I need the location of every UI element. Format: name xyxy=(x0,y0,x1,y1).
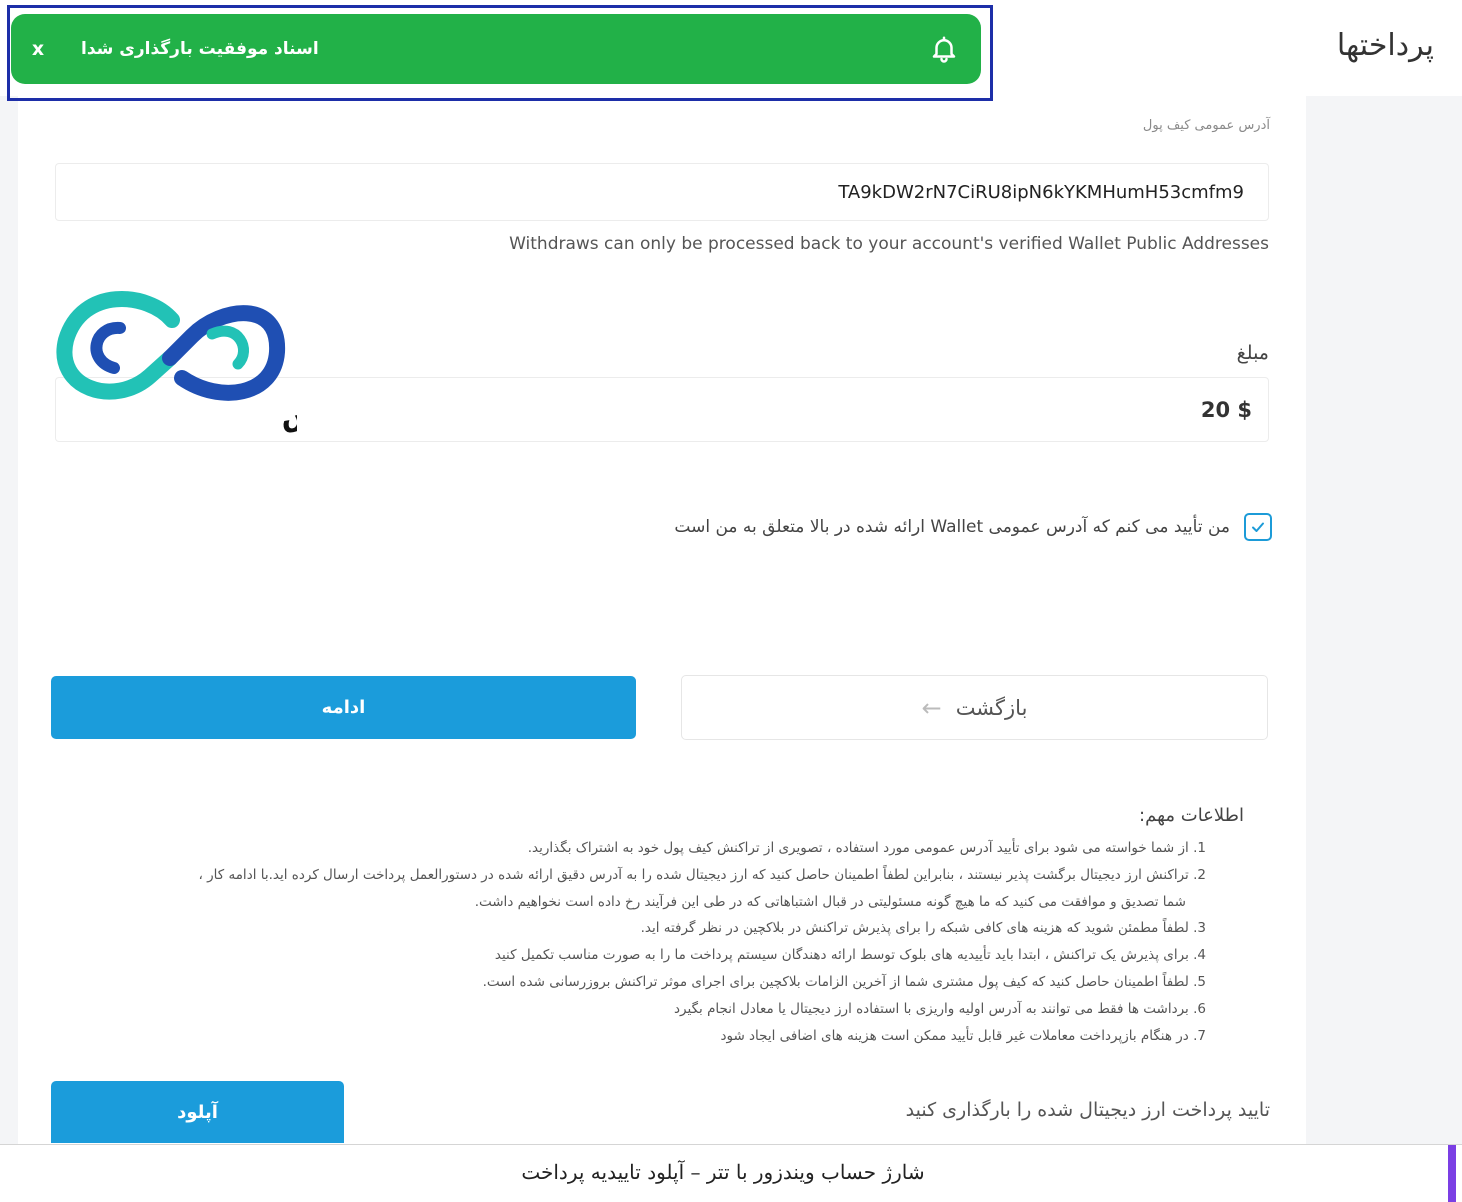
toast-close-button[interactable]: x xyxy=(27,36,49,62)
info-item: 7. در هنگام بازپرداخت معاملات غیر قابل ت… xyxy=(720,1027,1206,1044)
image-caption: شارژ حساب ویندزور با تتر – آپلود تاییدیه… xyxy=(521,1160,925,1184)
important-info-title: اطلاعات مهم: xyxy=(1139,805,1244,826)
info-item: شما تصدیق و موافقت می کنید که ما هیچ گون… xyxy=(474,893,1186,910)
info-item: 5. لطفاً اطمینان حاصل کنید که کیف پول مش… xyxy=(482,973,1206,990)
back-button[interactable]: بازگشت ← xyxy=(681,675,1268,740)
copytrade-business-logo: کپی ترید بیزنس xyxy=(56,291,297,435)
continue-button[interactable]: ادامه xyxy=(51,676,636,739)
info-item: 3. لطفاً مطمئن شوید که هزینه های کافی شب… xyxy=(640,920,1206,937)
wallet-confirm-checkbox[interactable] xyxy=(1244,513,1272,541)
upload-instructions: تایید پرداخت ارز دیجیتال شده را بارگذاری… xyxy=(905,1099,1270,1121)
page-title: پرداختها xyxy=(1336,28,1434,63)
caption-accent-bar xyxy=(1448,1145,1456,1202)
wallet-confirm-text: من تأیید می کنم که آدرس عمومی Wallet ارا… xyxy=(674,517,1230,537)
arrow-left-icon: ← xyxy=(921,693,942,722)
info-item: 1. از شما خواسته می شود برای تأیید آدرس … xyxy=(527,840,1206,856)
amount-label: مبلغ xyxy=(1236,342,1269,364)
info-item: 6. برداشت ها فقط می توانند به آدرس اولیه… xyxy=(674,1000,1206,1017)
success-toast: x اسناد موفقیت بارگذاری شدا xyxy=(11,14,981,84)
wallet-address-label: آدرس عمومی کیف پول xyxy=(1142,118,1270,133)
upload-button[interactable]: آپلود xyxy=(51,1081,344,1143)
info-item: 2. تراکنش ارز دیجیتال برگشت پذیر نیستند … xyxy=(198,866,1206,883)
important-info-list: 1. از شما خواسته می شود برای تأیید آدرس … xyxy=(56,835,1206,1049)
wallet-address-field[interactable] xyxy=(55,163,1269,221)
wallet-confirmation-row: من تأیید می کنم که آدرس عمومی Wallet ارا… xyxy=(674,513,1272,541)
info-item: 4. برای پذیرش یک تراکنش ، ابتدا باید تأی… xyxy=(494,947,1206,964)
toast-message: اسناد موفقیت بارگذاری شدا xyxy=(81,39,319,59)
checkmark-icon xyxy=(1252,522,1264,532)
back-button-label: بازگشت xyxy=(955,695,1028,720)
bell-icon xyxy=(932,36,956,63)
withdraw-note: Withdraws can only be processed back to … xyxy=(509,234,1269,254)
caption-divider xyxy=(0,1144,1462,1145)
